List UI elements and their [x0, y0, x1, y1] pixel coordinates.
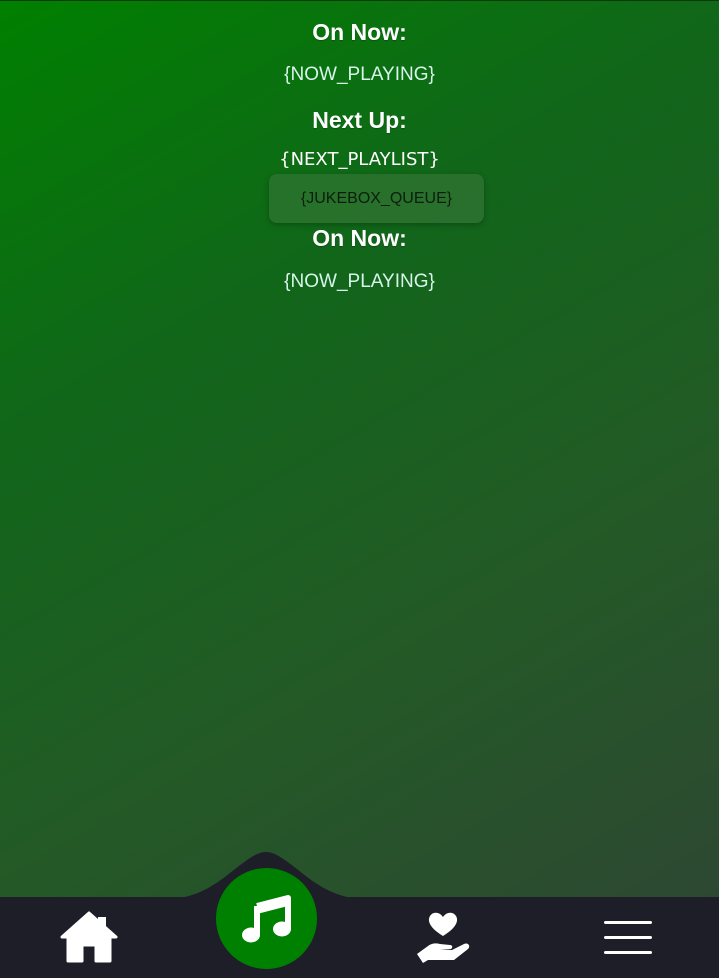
jukebox-queue-value: {JUKEBOX_QUEUE} [300, 189, 453, 207]
now-playing-value: {NOW_PLAYING} [284, 64, 435, 85]
music-note-icon [241, 894, 291, 942]
next-playlist-value: {NEXT_PLAYLIST} [279, 149, 440, 170]
next-up-heading: Next Up: [312, 107, 407, 133]
on-now-heading: On Now: [312, 19, 407, 45]
nav-donate-button[interactable] [412, 907, 474, 965]
hamburger-menu-icon [604, 921, 652, 954]
on-now-heading-secondary: On Now: [312, 225, 407, 251]
now-playing-value-secondary: {NOW_PLAYING} [284, 271, 435, 292]
jukebox-queue-box: {JUKEBOX_QUEUE} [269, 174, 484, 223]
nav-music-button[interactable] [216, 868, 317, 969]
hand-heart-icon [417, 912, 470, 963]
home-icon [60, 911, 118, 963]
nav-menu-button[interactable] [600, 915, 656, 959]
nav-home-button[interactable] [58, 909, 120, 965]
